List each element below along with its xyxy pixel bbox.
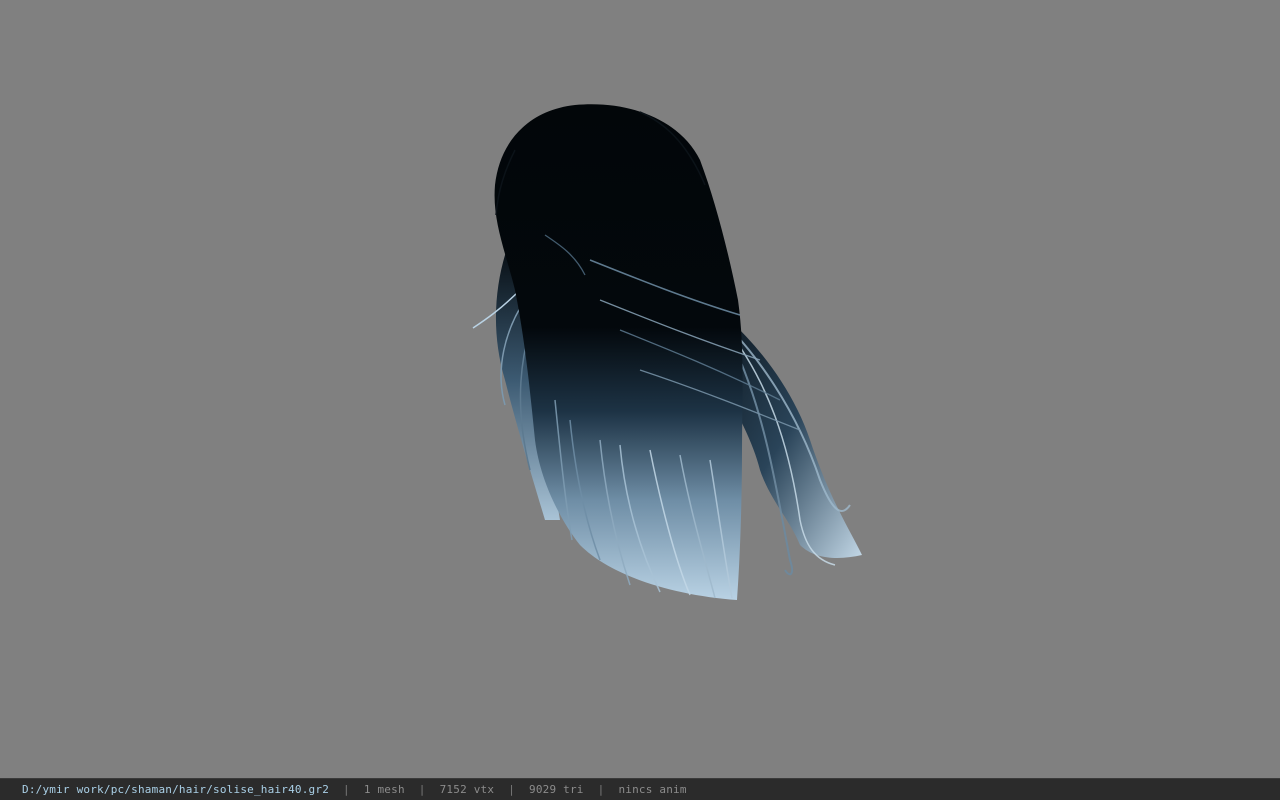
hair-main-body (494, 104, 743, 600)
status-separator: | (508, 783, 516, 796)
hair-model-render[interactable] (0, 0, 1280, 778)
status-bar: D:/ymir work/pc/shaman/hair/solise_hair4… (0, 778, 1280, 800)
mesh-count: 1 mesh (363, 783, 405, 796)
vertex-count: 7152 vtx (439, 783, 495, 796)
3d-viewport[interactable] (0, 0, 1280, 778)
status-separator: | (597, 783, 605, 796)
status-separator: | (343, 783, 350, 796)
file-path: D:/ymir work/pc/shaman/hair/solise_hair4… (22, 783, 330, 796)
anim-status: nincs anim (618, 783, 687, 796)
status-separator: | (418, 783, 426, 796)
triangle-count: 9029 tri (529, 783, 584, 796)
